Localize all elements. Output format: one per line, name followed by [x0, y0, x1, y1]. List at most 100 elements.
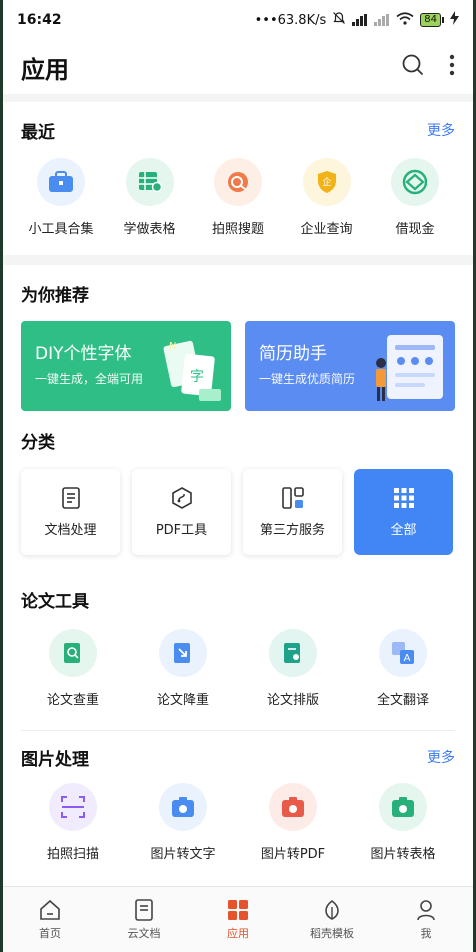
- category-label: PDF工具: [155, 522, 208, 538]
- app-item-image-to-table[interactable]: 图片转表格: [355, 783, 451, 862]
- recommend-heading: 为你推荐: [21, 285, 89, 306]
- tab-home[interactable]: 首页: [3, 899, 97, 941]
- tab-cloud-doc[interactable]: 云文档: [97, 898, 191, 941]
- font-illustration-icon: 字 N: [163, 340, 221, 401]
- image-heading: 图片处理: [21, 749, 89, 770]
- tab-label: 首页: [39, 926, 61, 940]
- svg-text:字: 字: [190, 369, 204, 385]
- app-item-toolbox[interactable]: 小工具合集: [21, 158, 101, 237]
- app-item-thesis-reduce[interactable]: 论文降重: [135, 629, 231, 708]
- app-screen: 16:42 •••63.8K/s 84 应用 最近 更多 小工具合集 学做表格 …: [3, 0, 473, 952]
- svg-text:N: N: [169, 341, 176, 352]
- tab-label: 我: [420, 926, 432, 940]
- cash-icon: [391, 158, 439, 206]
- scan-icon: [49, 783, 97, 831]
- charging-icon: [450, 11, 459, 29]
- thesis-check-icon: [49, 629, 97, 677]
- app-label: 图片转PDF: [260, 847, 326, 862]
- battery-icon: 84: [420, 13, 444, 27]
- search-icon[interactable]: [401, 53, 425, 81]
- app-item-image-to-text[interactable]: 图片转文字: [135, 783, 231, 862]
- app-label: 论文排版: [266, 693, 319, 708]
- category-label: 文档处理: [44, 522, 97, 538]
- shield-icon: 企: [302, 158, 351, 206]
- image-to-pdf-icon: [269, 783, 317, 831]
- recent-heading: 最近: [21, 122, 55, 143]
- recent-more-link[interactable]: 更多: [427, 120, 455, 140]
- table-icon: [125, 158, 174, 206]
- pdf-icon: [171, 486, 192, 509]
- thesis-reduce-icon: [159, 629, 207, 677]
- app-item-photo-search[interactable]: 拍照搜题: [198, 158, 278, 237]
- page-title: 应用: [21, 55, 69, 84]
- app-label: 企业查询: [300, 222, 353, 237]
- profile-icon: [417, 899, 435, 920]
- divider: [3, 255, 473, 265]
- banner-diy-font[interactable]: DIY个性字体 一键生成，全端可用 字 N: [21, 321, 231, 411]
- image-to-table-icon: [379, 783, 427, 831]
- tab-templates[interactable]: 稻壳模板: [285, 899, 379, 941]
- app-label: 图片转文字: [150, 847, 216, 862]
- mute-icon: [332, 11, 346, 29]
- app-label: 学做表格: [123, 222, 176, 237]
- app-label: 小工具合集: [28, 222, 94, 237]
- leaf-icon: [325, 899, 339, 920]
- tab-apps[interactable]: 应用: [191, 899, 285, 941]
- signal-secondary-icon: [374, 14, 390, 26]
- app-item-image-to-pdf[interactable]: 图片转PDF: [245, 783, 341, 862]
- recommend-section: 为你推荐 DIY个性字体 一键生成，全端可用 字 N 简历助手 一键生成优质简历: [3, 265, 473, 411]
- category-pdf[interactable]: PDF工具: [132, 469, 231, 555]
- tab-label: 云文档: [127, 926, 161, 940]
- category-section: 分类 文档处理 PDF工具 第三方服务 全部: [3, 411, 473, 555]
- more-options-icon[interactable]: [449, 54, 455, 80]
- category-all[interactable]: 全部: [354, 469, 453, 555]
- thesis-section: 论文工具 论文查重 论文降重 论文排版 A 全文翻译: [3, 573, 473, 731]
- category-label: 全部: [390, 522, 417, 538]
- app-item-thesis-check[interactable]: 论文查重: [25, 629, 121, 708]
- banner-resume-helper[interactable]: 简历助手 一键生成优质简历: [245, 321, 455, 411]
- category-label: 第三方服务: [259, 522, 325, 538]
- recent-section: 最近 更多 小工具合集 学做表格 拍照搜题 企 企业查询 借现金: [3, 102, 473, 255]
- resume-illustration-icon: [376, 335, 443, 401]
- status-bar: 16:42 •••63.8K/s 84: [3, 0, 473, 40]
- app-item-company-search[interactable]: 企 企业查询: [287, 158, 367, 237]
- divider: [3, 94, 473, 102]
- app-item-scan[interactable]: 拍照扫描: [25, 783, 121, 862]
- apps-icon: [228, 899, 248, 920]
- app-label: 拍照扫描: [46, 847, 99, 862]
- all-apps-icon: [393, 487, 414, 508]
- category-heading: 分类: [21, 432, 55, 453]
- cloud-doc-icon: [135, 898, 153, 921]
- tab-label: 应用: [227, 926, 249, 940]
- app-item-cash[interactable]: 借现金: [375, 158, 455, 237]
- document-icon: [61, 486, 80, 509]
- tab-label: 稻壳模板: [310, 926, 354, 940]
- svg-text:A: A: [404, 653, 411, 664]
- image-to-text-icon: [159, 783, 207, 831]
- app-label: 借现金: [395, 222, 435, 237]
- translate-icon: A: [379, 629, 427, 677]
- app-item-thesis-format[interactable]: 论文排版: [245, 629, 341, 708]
- app-item-translate[interactable]: A 全文翻译: [355, 629, 451, 708]
- home-icon: [40, 899, 60, 920]
- image-more-link[interactable]: 更多: [427, 747, 455, 767]
- app-label: 拍照搜题: [211, 222, 264, 237]
- status-time: 16:42: [17, 12, 62, 28]
- app-item-table-learning[interactable]: 学做表格: [110, 158, 190, 237]
- app-label: 图片转表格: [370, 847, 436, 862]
- category-document[interactable]: 文档处理: [21, 469, 120, 555]
- thesis-format-icon: [269, 629, 317, 677]
- battery-level: 84: [420, 13, 441, 27]
- app-label: 论文查重: [46, 693, 99, 708]
- network-speed: •••63.8K/s: [254, 12, 327, 28]
- app-header: 应用: [3, 40, 473, 94]
- thesis-heading: 论文工具: [21, 591, 89, 612]
- image-section: 图片处理 更多 拍照扫描 图片转文字 图片转PDF 图片转表格: [3, 731, 473, 863]
- app-label: 全文翻译: [376, 693, 429, 708]
- grid-layout-icon: [281, 486, 304, 509]
- wifi-icon: [396, 11, 414, 29]
- toolbox-icon: [37, 158, 85, 206]
- tab-me[interactable]: 我: [379, 899, 473, 941]
- category-third-party[interactable]: 第三方服务: [243, 469, 342, 555]
- app-label: 论文降重: [156, 693, 209, 708]
